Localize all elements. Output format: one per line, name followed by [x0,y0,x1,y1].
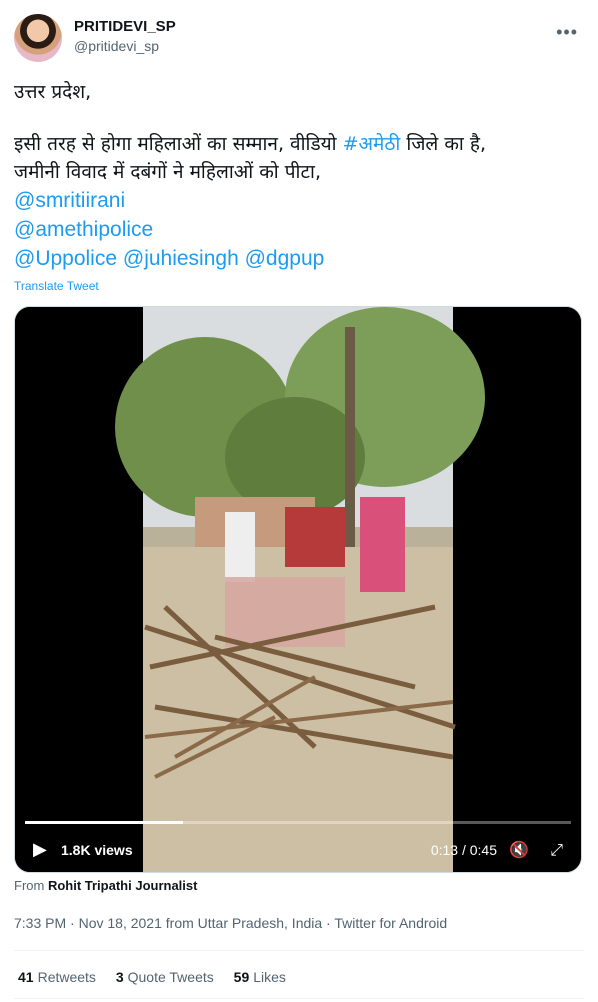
likes-count: 59 [233,969,250,985]
source-name[interactable]: Rohit Tripathi Journalist [48,878,198,893]
tweet-stats: 41 Retweets 3 Quote Tweets 59 Likes [18,969,302,985]
expand-icon[interactable]: ⤢ [550,842,563,860]
hashtag-link[interactable]: #अमेठी [343,133,401,155]
mention-smritiirani[interactable]: @smritiirani [14,186,584,215]
quote-tweets-stat[interactable]: 3 Quote Tweets [116,969,214,985]
meta-separator: · [322,915,335,931]
tweet-line-1: उत्तर प्रदेश, [14,81,92,103]
retweets-count: 41 [18,969,34,985]
tweet-client[interactable]: Twitter for Android [334,915,447,931]
more-icon[interactable]: ••• [556,22,578,43]
video-player[interactable]: ▶ 1.8K views 0:13 / 0:45 🔇 ⤢ [14,306,582,873]
duration: 0:45 [469,842,497,858]
meta-separator: · [66,915,79,931]
mention-line-amethi: @amethipolice [14,215,584,244]
mention-juhiesingh[interactable]: @juhiesingh [123,247,239,270]
mention-dgpup[interactable]: @dgpup [245,247,325,270]
video-time: 0:13 / 0:45 [431,842,497,858]
volume-icon[interactable]: 🔇 [509,840,529,860]
retweets-stat[interactable]: 41 Retweets [18,969,96,985]
display-name[interactable]: PRITIDEVI_SP [74,18,176,35]
likes-stat[interactable]: 59 Likes [234,969,286,985]
tweet-meta: 7:33 PM · Nov 18, 2021 from Uttar Prades… [14,915,447,931]
tweet-date-location[interactable]: Nov 18, 2021 from Uttar Pradesh, India [79,915,323,931]
progress-bar-fill [25,821,183,824]
tweet-text: उत्तर प्रदेश, इसी तरह से होगा महिलाओं का… [14,78,584,273]
source-prefix: From [14,878,48,893]
video-source: From Rohit Tripathi Journalist [14,878,197,893]
tweet-time[interactable]: 7:33 PM [14,915,66,931]
translate-tweet-link[interactable]: Translate Tweet [14,279,99,293]
tweet-header: PRITIDEVI_SP @pritidevi_sp ••• [14,14,584,64]
avatar[interactable] [14,14,62,62]
divider [14,998,584,999]
tweet-text-segment: जिले का है, [400,133,487,155]
user-handle[interactable]: @pritidevi_sp [74,38,159,54]
tweet-line-3: जमीनी विवाद में दबंगों ने महिलाओं को पीट… [14,161,322,183]
time-separator: / [458,842,470,858]
quote-tweets-count: 3 [115,969,124,985]
mention-uppolice[interactable]: @Uppolice [14,247,117,270]
divider [14,950,584,951]
retweets-label: Retweets [37,969,96,985]
views-count: 1.8K views [61,842,133,858]
play-icon[interactable]: ▶ [33,838,53,860]
current-time: 0:13 [430,842,459,858]
mention-line-3: @Uppolice @juhiesingh @dgpup [14,244,584,273]
mention-amethipolice[interactable]: @amethipolice [14,218,153,241]
likes-label: Likes [253,969,286,985]
tweet-line-2: इसी तरह से होगा महिलाओं का सम्मान, वीडिय… [14,130,584,158]
progress-bar[interactable] [25,821,571,824]
tweet-text-segment: इसी तरह से होगा महिलाओं का सम्मान, वीडिय… [14,133,343,155]
video-frame[interactable] [15,307,581,872]
quote-tweets-label: Quote Tweets [127,969,214,985]
